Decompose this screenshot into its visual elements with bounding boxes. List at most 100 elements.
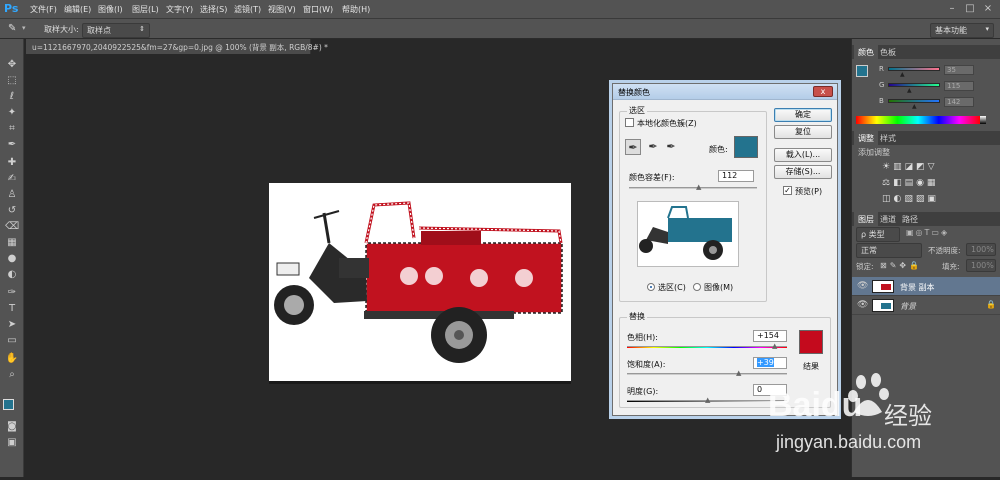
rectangle-tool-icon[interactable]: ▭ [5, 335, 19, 347]
healing-brush-icon[interactable]: ✚ [5, 157, 19, 169]
tab-styles[interactable]: 样式 [876, 131, 900, 146]
eyedropper-icon[interactable]: ✒ [625, 139, 641, 155]
saturation-slider[interactable] [627, 373, 787, 375]
save-button[interactable]: 存储(S)... [774, 165, 832, 179]
layer-row-background-copy[interactable]: 👁 背景 副本 [852, 277, 1000, 296]
color-ramp[interactable] [856, 116, 980, 124]
fuzziness-thumb-icon[interactable]: ▲ [696, 184, 702, 191]
sample-size-select[interactable]: 取样点 ⇕ [82, 23, 150, 38]
layer-thumbnail [872, 280, 894, 293]
dodge-tool-icon[interactable]: ◐ [5, 269, 19, 281]
r-slider-thumb-icon[interactable]: ▲ [900, 71, 905, 78]
layer-filter-icons[interactable]: ▣◎T▭◈ [906, 228, 949, 237]
tab-layers[interactable]: 图层 [854, 212, 878, 227]
r-slider[interactable] [888, 67, 940, 71]
r-value[interactable]: 35 [944, 65, 974, 75]
foreground-color-swatch[interactable] [3, 399, 14, 410]
saturation-label: 饱和度(A): [627, 360, 666, 369]
layer-kind-filter[interactable]: ρ 类型 [856, 227, 900, 242]
blur-tool-icon[interactable]: ● [5, 253, 19, 265]
clone-stamp-icon[interactable]: ♙ [5, 189, 19, 201]
result-color-swatch[interactable] [799, 330, 823, 354]
eyedropper-tool-icon[interactable]: ✎ [8, 23, 16, 34]
eyedropper-plus-icon[interactable]: ✒ [645, 139, 661, 155]
lightness-thumb-icon[interactable]: ▲ [705, 397, 711, 404]
quick-select-tool-icon[interactable]: ✦ [5, 107, 19, 119]
fuzziness-input[interactable]: 112 [718, 170, 754, 182]
zoom-tool-icon[interactable]: ⌕ [5, 369, 19, 381]
localized-color-checkbox[interactable] [625, 118, 634, 127]
tab-color[interactable]: 颜色 [854, 45, 878, 60]
brush-tool-icon[interactable]: ✍ [5, 173, 19, 185]
radio-image[interactable] [693, 283, 701, 291]
preview-checkbox[interactable]: ✓ [783, 186, 792, 195]
menu-help[interactable]: 帮助(H) [342, 4, 370, 15]
layer-row-background[interactable]: 👁 背景 🔒 [852, 296, 1000, 315]
marquee-tool-icon[interactable]: ⬚ [5, 75, 19, 87]
image-canvas[interactable] [269, 183, 571, 383]
move-tool-icon[interactable]: ✥ [5, 59, 19, 71]
load-button[interactable]: 载入(L)... [774, 148, 832, 162]
tab-paths[interactable]: 路径 [898, 212, 922, 227]
tricycle-image [274, 201, 563, 363]
screen-mode-icon[interactable]: ▣ [5, 437, 19, 449]
minimize-icon[interactable]: – [946, 3, 958, 15]
menu-select[interactable]: 选择(S) [200, 4, 227, 15]
hue-thumb-icon[interactable]: ▲ [772, 343, 778, 350]
opacity-value[interactable]: 100% [966, 243, 996, 256]
menu-image[interactable]: 图像(I) [98, 4, 123, 15]
menu-layer[interactable]: 图层(L) [132, 4, 159, 15]
tool-preset-chevron-icon[interactable]: ▾ [22, 24, 26, 32]
selection-color-swatch[interactable] [734, 136, 758, 158]
radio-selection[interactable] [647, 283, 655, 291]
panel-foreground-swatch[interactable] [856, 65, 868, 77]
eyedropper-icon[interactable]: ✒ [5, 139, 19, 151]
fill-value[interactable]: 100% [966, 259, 996, 272]
menu-window[interactable]: 窗口(W) [303, 4, 333, 15]
pen-tool-icon[interactable]: ✑ [5, 287, 19, 299]
hue-slider[interactable] [627, 346, 787, 348]
history-brush-icon[interactable]: ↺ [5, 205, 19, 217]
g-slider-thumb-icon[interactable]: ▲ [907, 87, 912, 94]
tab-channels[interactable]: 通道 [876, 212, 900, 227]
visibility-eye-icon[interactable]: 👁 [857, 281, 868, 291]
adjustment-icons[interactable]: ☀▥◪◩▽ ⚖◧▤◉▦ ◫◐▧▨▣ [882, 159, 972, 207]
type-tool-icon[interactable]: T [5, 303, 19, 315]
ok-button[interactable]: 确定 [774, 108, 832, 122]
eraser-tool-icon[interactable]: ⌫ [5, 221, 19, 233]
adjust-panel-tabbar: 调整 样式 [852, 131, 1000, 146]
dialog-titlebar[interactable]: 替换颜色 x [613, 84, 837, 100]
color-ramp-bw[interactable] [980, 116, 986, 124]
menu-file[interactable]: 文件(F) [30, 4, 57, 15]
radio-selection-label: 选区(C) [658, 283, 686, 292]
fuzziness-slider[interactable] [629, 187, 757, 189]
menu-type[interactable]: 文字(Y) [166, 4, 193, 15]
g-value[interactable]: 115 [944, 81, 974, 91]
blend-mode-select[interactable]: 正常 [856, 243, 922, 258]
saturation-thumb-icon[interactable]: ▲ [736, 370, 742, 377]
menu-filter[interactable]: 滤镜(T) [234, 4, 261, 15]
lock-icons[interactable]: ⊠✎✥🔒 [880, 261, 922, 270]
gradient-tool-icon[interactable]: ▦ [5, 237, 19, 249]
lasso-tool-icon[interactable]: ℓ [5, 91, 19, 103]
menu-edit[interactable]: 编辑(E) [64, 4, 91, 15]
close-window-icon[interactable]: × [982, 3, 994, 15]
maximize-icon[interactable]: □ [964, 3, 976, 15]
reset-button[interactable]: 复位 [774, 125, 832, 139]
eyedropper-minus-icon[interactable]: ✒ [663, 139, 679, 155]
quick-mask-icon[interactable]: ◙ [5, 421, 19, 433]
path-select-icon[interactable]: ➤ [5, 319, 19, 331]
visibility-eye-icon[interactable]: 👁 [857, 300, 868, 310]
saturation-input[interactable]: +39 [753, 357, 787, 369]
g-slider[interactable] [888, 83, 940, 87]
dialog-close-button[interactable]: x [813, 86, 833, 97]
crop-tool-icon[interactable]: ⌗ [5, 123, 19, 135]
b-slider-thumb-icon[interactable]: ▲ [912, 103, 917, 110]
menu-view[interactable]: 视图(V) [268, 4, 296, 15]
b-value[interactable]: 142 [944, 97, 974, 107]
workspace-select[interactable]: 基本功能 ▾ [930, 23, 994, 38]
hue-input[interactable]: +154 [753, 330, 787, 342]
tab-swatches[interactable]: 色板 [876, 45, 900, 60]
tab-adjustments[interactable]: 调整 [854, 131, 878, 146]
hand-tool-icon[interactable]: ✋ [5, 353, 19, 365]
